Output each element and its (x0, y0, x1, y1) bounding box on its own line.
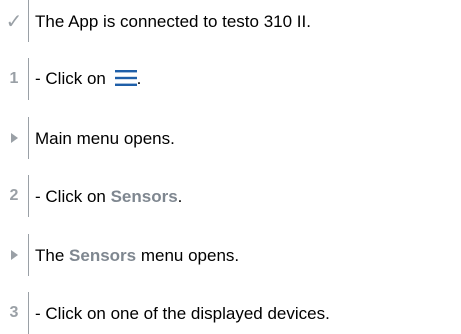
step-3: 3 - Click on one of the displayed device… (0, 292, 330, 334)
step-number: 1 (9, 70, 19, 87)
result-arrow-icon (10, 133, 18, 143)
step-result-connected: ✓ The App is connected to testo 310 II. (0, 0, 311, 42)
result-arrow-icon (10, 250, 18, 260)
step-prefix: The (35, 245, 70, 265)
step-divider (28, 58, 29, 100)
step-divider (28, 234, 29, 276)
step-prefix: - Click on (35, 68, 106, 88)
step-result-main-menu: Main menu opens. (0, 117, 175, 159)
step-text: - Click on Sensors. (35, 188, 182, 205)
step-text: The Sensors menu opens. (35, 247, 239, 264)
step-1: 1 - Click on . (0, 58, 141, 100)
step-divider (28, 292, 29, 334)
hamburger-menu-icon (114, 69, 137, 89)
step-suffix: . (136, 68, 142, 88)
step-prefix: - Click on (35, 186, 111, 206)
step-number: 3 (9, 304, 19, 321)
step-divider (28, 175, 29, 217)
step-text: - Click on one of the displayed devices. (35, 303, 330, 323)
step-divider (28, 0, 29, 42)
sensors-keyword: Sensors (69, 245, 137, 265)
checkmark-icon: ✓ (5, 10, 23, 33)
step-divider (28, 117, 29, 159)
step-2: 2 - Click on Sensors. (0, 175, 182, 217)
sensors-keyword: Sensors (110, 186, 178, 206)
step-text: - Click on . (35, 68, 142, 89)
step-text: Main menu opens. (35, 128, 175, 148)
step-result-sensors-menu: The Sensors menu opens. (0, 234, 239, 276)
step-suffix: . (177, 186, 183, 206)
step-text: The App is connected to testo 310 II. (35, 11, 311, 31)
step-number: 2 (9, 187, 19, 204)
step-suffix: menu opens. (136, 245, 240, 265)
